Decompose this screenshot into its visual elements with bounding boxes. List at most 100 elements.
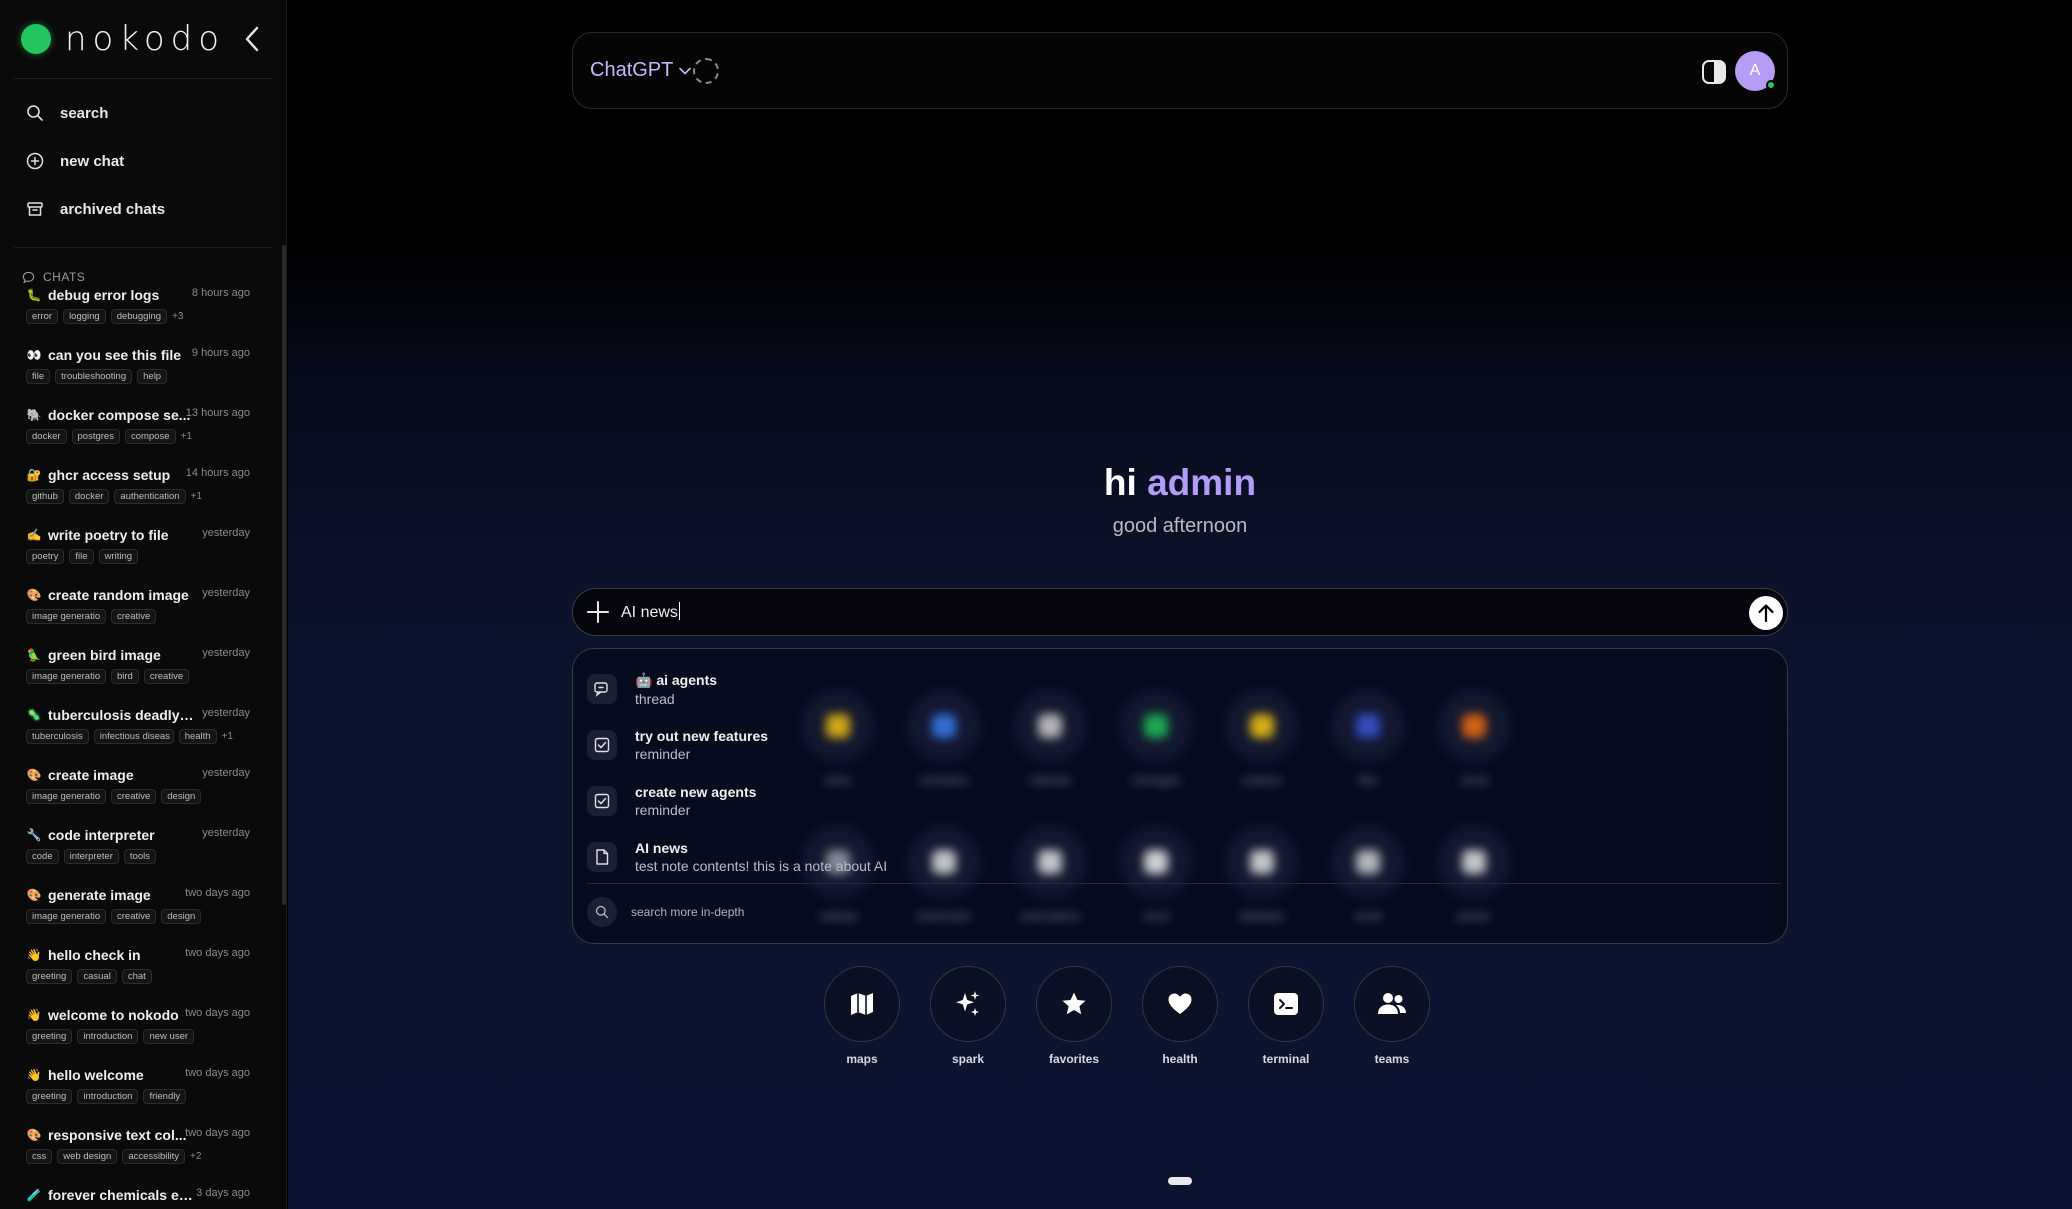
chat-title: create image <box>48 767 134 783</box>
chat-list-item[interactable]: 👀 can you see this file 9 hours ago file tro… <box>0 342 280 402</box>
chat-tags: greeting introduction new user <box>26 1029 254 1044</box>
chat-emoji-icon: 🐘 <box>26 408 42 422</box>
greeting-subtitle: good afternoon <box>1112 515 1248 537</box>
sidebar-search[interactable]: search <box>0 89 286 137</box>
send-button[interactable] <box>1749 596 1783 630</box>
chat-title: responsive text col... <box>48 1127 187 1143</box>
chat-timestamp: yesterday <box>202 767 250 779</box>
chat-tag: introduction <box>77 1029 139 1044</box>
suggestion-emoji: 🤖 <box>635 671 653 688</box>
quick-action-spark[interactable]: spark <box>930 966 1006 1076</box>
chat-list-item[interactable]: 🐛 debug error logs 8 hours ago error logging… <box>0 282 280 342</box>
chat-tags: github docker authentication +1 <box>26 489 254 504</box>
model-selector[interactable]: ChatGPT <box>590 59 692 82</box>
chat-list-item[interactable]: 🔧 code interpreter yesterday code interprete… <box>0 822 280 882</box>
chat-input[interactable]: AI news <box>621 602 680 622</box>
quick-action-favorites[interactable]: favorites <box>1036 966 1112 1076</box>
chat-tags: css web design accessibility +2 <box>26 1149 254 1164</box>
background-app-label: automations <box>1020 911 1080 923</box>
online-status-badge <box>1766 80 1776 90</box>
sidebar-scrollbar[interactable] <box>282 245 286 905</box>
chat-emoji-icon: 🔐 <box>26 468 42 482</box>
chat-title: tuberculosis deadly to... <box>48 707 196 723</box>
chat-tag-more: +1 <box>221 731 233 742</box>
chat-emoji-icon: 👋 <box>26 948 42 962</box>
chat-tags: image generatio creative <box>26 609 254 624</box>
quick-action-maps[interactable]: maps <box>824 966 900 1076</box>
plus-circle-icon <box>26 152 44 170</box>
chat-tag: new user <box>143 1029 195 1044</box>
app-glyph-icon <box>1356 850 1380 874</box>
suggestion-subtitle: reminder <box>635 746 691 762</box>
chat-list-item[interactable]: 👋 hello check in two days ago greeting casua… <box>0 942 280 1002</box>
suggestion-create-new-agents[interactable]: create new agents reminder <box>587 773 947 829</box>
suggestion-subtitle: thread <box>635 690 675 707</box>
chat-title: generate image <box>48 887 151 903</box>
chat-list-item[interactable]: 🦠 tuberculosis deadly to... yesterday tuber… <box>0 702 280 762</box>
heart-icon <box>1168 993 1192 1014</box>
collapse-sidebar-button[interactable] <box>238 22 266 56</box>
quick-action-label: terminal <box>1262 1052 1310 1066</box>
app-glyph-icon <box>1144 714 1168 738</box>
suggestion-ai-agents[interactable]: 🤖 ai agents thread <box>587 661 947 717</box>
chat-tags: code interpreter tools <box>26 849 254 864</box>
quick-action-terminal[interactable]: terminal <box>1248 966 1324 1076</box>
loading-spinner-icon <box>693 58 719 84</box>
chat-title: debug error logs <box>48 287 160 303</box>
sidebar-archived-chats[interactable]: archived chats <box>0 185 286 233</box>
chat-tag: chat <box>121 969 152 984</box>
chat-list-item[interactable]: 🔐 ghcr access setup 14 hours ago github dock… <box>0 462 280 522</box>
chat-tag-more: +1 <box>180 431 192 442</box>
chat-tag: image generatio <box>26 609 106 624</box>
quick-action-circle <box>1248 966 1324 1042</box>
chat-list-item[interactable]: 🦜 green bird image yesterday image generati… <box>0 642 280 702</box>
chat-list-item[interactable]: 🎨 create random image yesterday image gener… <box>0 582 280 642</box>
chat-list-item[interactable]: ✍️ write poetry to file yesterday poetry fil… <box>0 522 280 582</box>
avatar[interactable]: A <box>1735 51 1776 91</box>
background-app-icon <box>1119 825 1193 899</box>
chat-tag: creative <box>111 909 157 924</box>
chat-timestamp: 13 hours ago <box>185 407 250 419</box>
chat-tags: image generatio creative design <box>26 789 254 804</box>
chat-list-item[interactable]: 🎨 create image yesterday image generatio cre… <box>0 762 280 822</box>
chat-tags: poetry file writing <box>26 549 254 564</box>
chat-input-bar: AI news <box>572 588 1788 636</box>
plus-icon[interactable] <box>585 599 611 625</box>
quick-action-circle <box>1142 966 1218 1042</box>
background-app-icon <box>1225 825 1299 899</box>
chat-emoji-icon: 🐛 <box>26 288 42 302</box>
theme-toggle-icon[interactable] <box>1701 59 1727 85</box>
chat-tag: file <box>69 549 94 564</box>
suggestion-try-out-features[interactable]: try out new features reminder <box>587 717 947 773</box>
quick-action-label: spark <box>951 1052 985 1066</box>
chat-list-item[interactable]: 🧪 forever chemicals ex... 3 days ago <box>0 1182 280 1209</box>
chat-list-item[interactable]: 🎨 generate image two days ago image generat… <box>0 882 280 942</box>
chat-list-item[interactable]: 🐘 docker compose se... 13 hours ago docker p… <box>0 402 280 462</box>
chevron-down-icon <box>679 67 692 75</box>
chat-tags: tuberculosis infectious diseas health +1 <box>26 729 254 744</box>
bottom-drag-handle[interactable] <box>1168 1177 1192 1185</box>
background-app-label: messages <box>1130 775 1182 787</box>
chat-tag: writing <box>98 549 139 564</box>
greeting-username: admin <box>1147 462 1257 503</box>
suggestion-ai-news-note[interactable]: AI news test note contents! this is a no… <box>587 829 1087 885</box>
search-more-button[interactable]: search more in-depth <box>587 897 744 927</box>
chat-tag: bird <box>111 669 139 684</box>
chat-list-item[interactable]: 🎨 responsive text col... two days ago css we… <box>0 1122 280 1182</box>
chat-tag: file <box>26 369 51 384</box>
chat-tags: greeting introduction friendly <box>26 1089 254 1104</box>
chat-emoji-icon: 🧪 <box>26 1188 42 1202</box>
background-app-icon <box>1331 689 1405 763</box>
chat-tag: tools <box>123 849 156 864</box>
chevron-left-icon <box>245 26 259 52</box>
app-glyph-icon <box>1462 850 1486 874</box>
chat-tag: compose <box>124 429 176 444</box>
quick-action-teams[interactable]: teams <box>1354 966 1430 1076</box>
sidebar-new-chat[interactable]: new chat <box>0 137 286 185</box>
quick-action-health[interactable]: health <box>1142 966 1218 1076</box>
background-app-icon <box>1331 825 1405 899</box>
chat-list-item[interactable]: 👋 hello welcome two days ago greeting introd… <box>0 1062 280 1122</box>
chat-list-item[interactable]: 👋 welcome to nokodo two days ago greeting in… <box>0 1002 280 1062</box>
chat-tag: infectious diseas <box>93 729 174 744</box>
chat-tag: authentication <box>114 489 186 504</box>
